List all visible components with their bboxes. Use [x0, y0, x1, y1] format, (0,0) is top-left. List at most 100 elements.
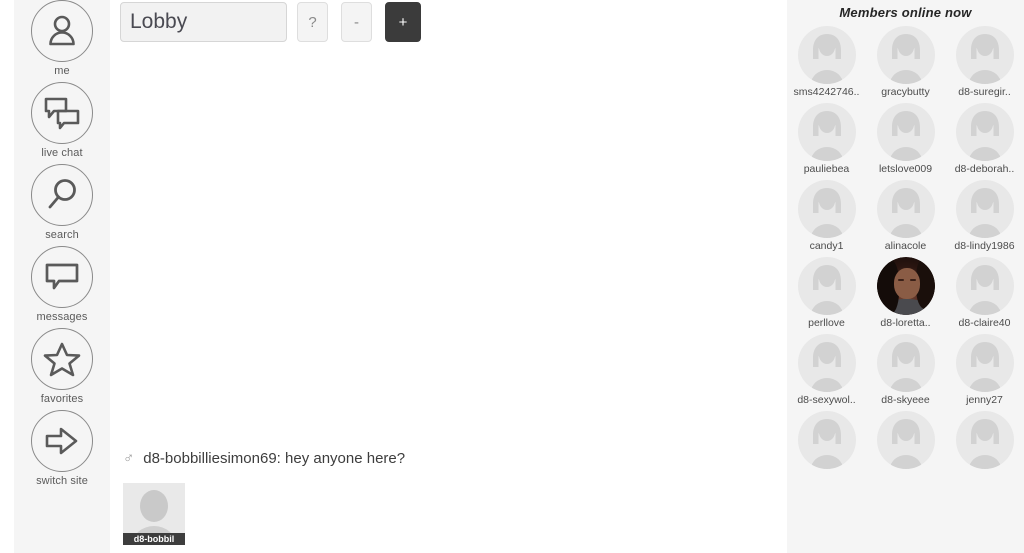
member-tile[interactable] [787, 411, 866, 488]
sidebar-item-messages[interactable]: messages [14, 246, 110, 328]
sidebar-item-switch-site[interactable]: switch site [14, 410, 110, 492]
member-tile[interactable]: d8-skyeee [866, 334, 945, 411]
sidebar-item-label: live chat [41, 147, 83, 159]
member-default-avatar [955, 334, 1014, 392]
member-default-avatar [797, 103, 856, 161]
member-username: d8-claire40 [958, 317, 1011, 329]
left-sidebar: me live chat search messages favorites s… [14, 0, 110, 553]
default-female-avatar-icon [889, 419, 922, 469]
member-tile[interactable]: pauliebea [787, 103, 866, 180]
member-default-avatar [797, 334, 856, 392]
member-tile[interactable] [945, 411, 1024, 488]
members-panel-title: Members online now [839, 5, 972, 20]
sidebar-item-me[interactable]: me [14, 0, 110, 82]
member-default-avatar [876, 334, 935, 392]
sidebar-item-label: switch site [36, 475, 88, 487]
member-default-avatar [876, 411, 935, 469]
sidebar-item-favorites[interactable]: favorites [14, 328, 110, 410]
member-default-avatar [955, 26, 1014, 84]
member-tile[interactable]: d8-sexywol.. [787, 334, 866, 411]
default-female-avatar-icon [968, 419, 1001, 469]
sidebar-item-search[interactable]: search [14, 164, 110, 246]
star-icon-glyph [43, 342, 81, 377]
member-default-avatar [876, 26, 935, 84]
zoom-in-button[interactable]: + [385, 2, 421, 42]
member-tile[interactable]: d8-deborah.. [945, 103, 1024, 180]
default-female-avatar-icon [810, 111, 843, 161]
chat-message-area[interactable]: ♂ d8-bobbilliesimon69: hey anyone here? … [110, 44, 775, 553]
member-username: d8-lindy1986 [954, 240, 1015, 252]
sidebar-item-label: favorites [40, 393, 84, 405]
member-tile[interactable]: d8-lindy1986 [945, 180, 1024, 257]
member-username: gracybutty [881, 86, 930, 98]
zoom-out-button[interactable]: - [341, 2, 372, 42]
member-default-avatar [955, 411, 1014, 469]
member-default-avatar [797, 180, 856, 238]
default-female-avatar-icon [968, 111, 1001, 161]
thumbnail-caption: d8-bobbil [123, 533, 185, 545]
message-bubble-icon [31, 246, 93, 308]
member-username: d8-loretta.. [880, 317, 931, 329]
chat-app-window: me live chat search messages favorites s… [0, 0, 1024, 553]
member-default-avatar [797, 411, 856, 469]
member-tile[interactable]: sms4242746.. [787, 26, 866, 103]
default-female-avatar-icon [968, 342, 1001, 392]
chat-message-text: d8-bobbilliesimon69: hey anyone here? [143, 450, 406, 467]
sidebar-item-label: me [54, 65, 70, 77]
message-bubble-icon-glyph [45, 263, 79, 290]
male-symbol-icon: ♂ [123, 450, 135, 467]
member-tile[interactable]: d8-suregir.. [945, 26, 1024, 103]
member-username: d8-skyeee [881, 394, 930, 406]
message-thumbnail-wrap: d8-bobbil [110, 469, 775, 553]
member-tile[interactable]: letslove009 [866, 103, 945, 180]
member-tile[interactable]: perllove [787, 257, 866, 334]
default-female-avatar-icon [889, 111, 922, 161]
person-icon [31, 0, 93, 62]
member-default-avatar [955, 257, 1014, 315]
member-tile[interactable] [866, 411, 945, 488]
default-female-avatar-icon [968, 265, 1001, 315]
star-icon [31, 328, 93, 390]
help-button[interactable]: ? [297, 2, 328, 42]
default-female-avatar-icon [810, 34, 843, 84]
default-female-avatar-icon [889, 188, 922, 238]
default-female-avatar-icon [968, 34, 1001, 84]
default-female-avatar-icon [810, 265, 843, 315]
chat-bubbles-icon-glyph [44, 97, 80, 130]
default-female-avatar-icon [810, 342, 843, 392]
member-tile[interactable]: candy1 [787, 180, 866, 257]
member-default-avatar [955, 103, 1014, 161]
member-username: jenny27 [966, 394, 1003, 406]
member-username: candy1 [809, 240, 844, 252]
member-default-avatar [876, 103, 935, 161]
member-tile[interactable]: gracybutty [866, 26, 945, 103]
member-photo-avatar [876, 257, 935, 315]
member-tile[interactable]: jenny27 [945, 334, 1024, 411]
member-username: perllove [808, 317, 845, 329]
chat-bubbles-icon [31, 82, 93, 144]
photo-avatar-image [876, 257, 935, 315]
member-default-avatar [876, 180, 935, 238]
member-tile[interactable]: alinacole [866, 180, 945, 257]
member-username: d8-sexywol.. [797, 394, 856, 406]
member-username: sms4242746.. [793, 86, 860, 98]
member-default-avatar [797, 257, 856, 315]
magnifier-icon [31, 164, 93, 226]
default-female-avatar-icon [810, 188, 843, 238]
arrow-right-icon-glyph [45, 427, 78, 455]
message-thumbnail[interactable]: d8-bobbil [123, 483, 185, 545]
member-username: alinacole [884, 240, 927, 252]
member-tile[interactable]: d8-loretta.. [866, 257, 945, 334]
member-username: pauliebea [803, 163, 850, 175]
member-tile[interactable]: d8-claire40 [945, 257, 1024, 334]
member-default-avatar [955, 180, 1014, 238]
default-female-avatar-icon [889, 34, 922, 84]
members-grid: sms4242746.. gracybutty d8-suregir.. paulie… [787, 26, 1024, 488]
sidebar-item-label: search [45, 229, 79, 241]
message-list: ♂ d8-bobbilliesimon69: hey anyone here? … [110, 449, 775, 553]
sidebar-item-label: messages [36, 311, 88, 323]
room-name-input[interactable] [120, 2, 287, 42]
default-female-avatar-icon [968, 188, 1001, 238]
member-username: letslove009 [878, 163, 933, 175]
sidebar-item-live-chat[interactable]: live chat [14, 82, 110, 164]
